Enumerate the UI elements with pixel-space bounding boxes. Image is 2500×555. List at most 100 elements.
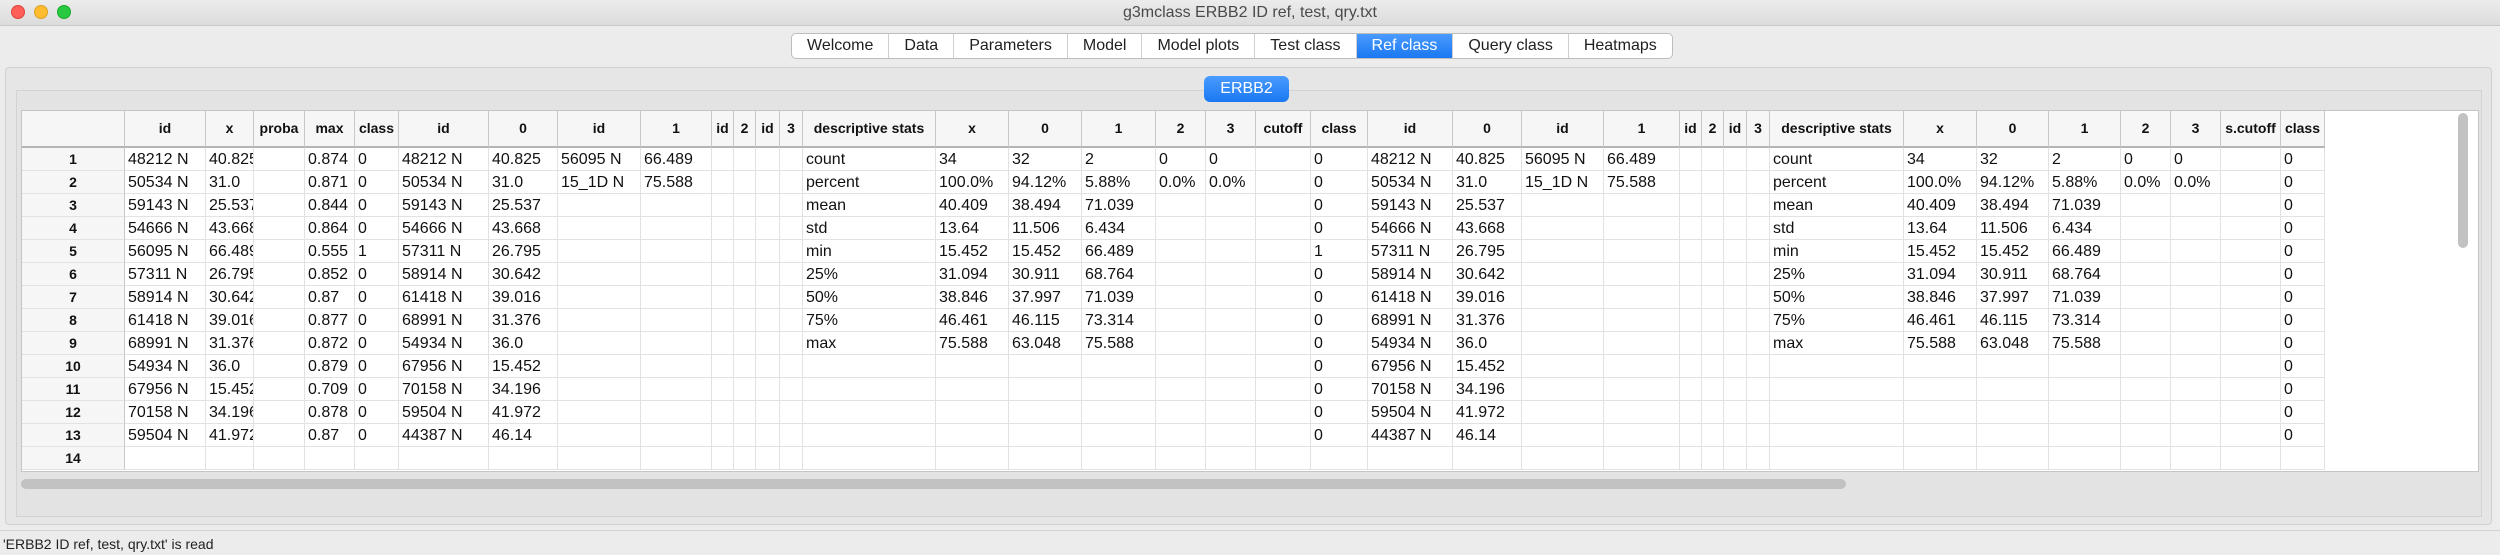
column-header[interactable]: id — [125, 111, 206, 148]
table-cell[interactable] — [2049, 355, 2121, 378]
table-cell[interactable]: 0 — [355, 148, 399, 171]
table-cell[interactable] — [1680, 401, 1702, 424]
table-cell[interactable] — [1680, 171, 1702, 194]
table-cell[interactable]: 61418 N — [399, 286, 489, 309]
table-cell[interactable] — [355, 447, 399, 470]
table-cell[interactable] — [641, 263, 712, 286]
table-cell[interactable]: 58914 N — [125, 286, 206, 309]
table-cell[interactable] — [1522, 447, 1604, 470]
table-cell[interactable] — [1747, 447, 1770, 470]
table-cell[interactable] — [1702, 401, 1724, 424]
table-cell[interactable] — [2281, 447, 2325, 470]
table-cell[interactable] — [2221, 171, 2281, 194]
table-cell[interactable]: 41.972 — [206, 424, 254, 447]
table-cell[interactable] — [1311, 447, 1368, 470]
table-cell[interactable] — [2171, 424, 2221, 447]
table-cell[interactable] — [254, 424, 305, 447]
table-cell[interactable]: 68.764 — [2049, 263, 2121, 286]
table-cell[interactable] — [641, 355, 712, 378]
table-cell[interactable]: 32 — [1977, 148, 2049, 171]
table-cell[interactable] — [1156, 355, 1206, 378]
table-cell[interactable] — [1009, 401, 1082, 424]
table-cell[interactable] — [780, 378, 803, 401]
table-cell[interactable]: 94.12% — [1977, 171, 2049, 194]
row-header[interactable]: 7 — [22, 286, 125, 309]
table-cell[interactable] — [1604, 401, 1680, 424]
table-cell[interactable] — [1256, 240, 1311, 263]
table-cell[interactable]: 38.494 — [1009, 194, 1082, 217]
table-cell[interactable] — [2171, 309, 2221, 332]
table-cell[interactable] — [2221, 263, 2281, 286]
table-cell[interactable]: 0 — [2121, 148, 2171, 171]
table-cell[interactable] — [2171, 240, 2221, 263]
row-header[interactable]: 10 — [22, 355, 125, 378]
table-cell[interactable] — [1082, 424, 1156, 447]
table-cell[interactable]: 75.588 — [641, 171, 712, 194]
table-cell[interactable] — [1724, 194, 1747, 217]
table-cell[interactable] — [756, 194, 780, 217]
table-cell[interactable] — [2171, 263, 2221, 286]
table-cell[interactable] — [734, 332, 756, 355]
table-cell[interactable]: 30.642 — [206, 286, 254, 309]
row-header[interactable]: 2 — [22, 171, 125, 194]
table-cell[interactable]: 0.0% — [2171, 171, 2221, 194]
table-cell[interactable]: 54934 N — [125, 355, 206, 378]
table-cell[interactable]: 43.668 — [206, 217, 254, 240]
table-cell[interactable]: 50% — [1770, 286, 1904, 309]
column-header[interactable]: id — [1680, 111, 1702, 148]
table-cell[interactable]: 0 — [355, 171, 399, 194]
table-cell[interactable]: 50% — [803, 286, 936, 309]
table-cell[interactable] — [1206, 424, 1256, 447]
table-cell[interactable]: 46.461 — [936, 309, 1009, 332]
table-cell[interactable]: 15.452 — [1904, 240, 1977, 263]
table-cell[interactable] — [734, 194, 756, 217]
table-cell[interactable] — [2221, 217, 2281, 240]
table-cell[interactable] — [1256, 194, 1311, 217]
table-cell[interactable]: 68991 N — [1368, 309, 1453, 332]
table-cell[interactable]: 63.048 — [1977, 332, 2049, 355]
table-cell[interactable]: 30.911 — [1977, 263, 2049, 286]
table-cell[interactable] — [1904, 447, 1977, 470]
table-cell[interactable] — [734, 240, 756, 263]
table-cell[interactable] — [756, 286, 780, 309]
table-cell[interactable]: max — [1770, 332, 1904, 355]
table-cell[interactable]: 50534 N — [399, 171, 489, 194]
table-cell[interactable] — [1604, 355, 1680, 378]
table-cell[interactable]: mean — [1770, 194, 1904, 217]
table-cell[interactable] — [2221, 240, 2281, 263]
table-cell[interactable] — [254, 171, 305, 194]
column-header[interactable]: 1 — [1604, 111, 1680, 148]
table-cell[interactable]: 40.825 — [489, 148, 558, 171]
table-cell[interactable]: 75% — [803, 309, 936, 332]
table-cell[interactable] — [1522, 217, 1604, 240]
table-cell[interactable]: 36.0 — [206, 355, 254, 378]
table-cell[interactable] — [780, 263, 803, 286]
table-cell[interactable]: 75.588 — [1604, 171, 1680, 194]
table-cell[interactable] — [2221, 378, 2281, 401]
table-cell[interactable]: 0 — [355, 194, 399, 217]
table-cell[interactable]: 46.14 — [489, 424, 558, 447]
table-cell[interactable] — [1082, 447, 1156, 470]
table-cell[interactable] — [712, 171, 734, 194]
table-cell[interactable]: 61418 N — [125, 309, 206, 332]
table-cell[interactable] — [1522, 263, 1604, 286]
table-cell[interactable]: 5.88% — [1082, 171, 1156, 194]
horizontal-scrollbar[interactable] — [21, 479, 1846, 489]
table-cell[interactable]: 31.376 — [489, 309, 558, 332]
table-cell[interactable] — [2121, 217, 2171, 240]
table-cell[interactable] — [1256, 171, 1311, 194]
table-cell[interactable]: 73.314 — [1082, 309, 1156, 332]
table-cell[interactable]: 71.039 — [2049, 194, 2121, 217]
table-cell[interactable]: percent — [1770, 171, 1904, 194]
table-cell[interactable] — [734, 171, 756, 194]
table-cell[interactable]: 0.0% — [1156, 171, 1206, 194]
column-header[interactable]: 2 — [1156, 111, 1206, 148]
column-header[interactable]: 3 — [1206, 111, 1256, 148]
row-header[interactable]: 3 — [22, 194, 125, 217]
table-cell[interactable]: 15.452 — [1453, 355, 1522, 378]
table-cell[interactable] — [734, 309, 756, 332]
table-cell[interactable] — [399, 447, 489, 470]
table-cell[interactable] — [1680, 148, 1702, 171]
column-header[interactable]: 0 — [1977, 111, 2049, 148]
table-cell[interactable]: 59143 N — [1368, 194, 1453, 217]
